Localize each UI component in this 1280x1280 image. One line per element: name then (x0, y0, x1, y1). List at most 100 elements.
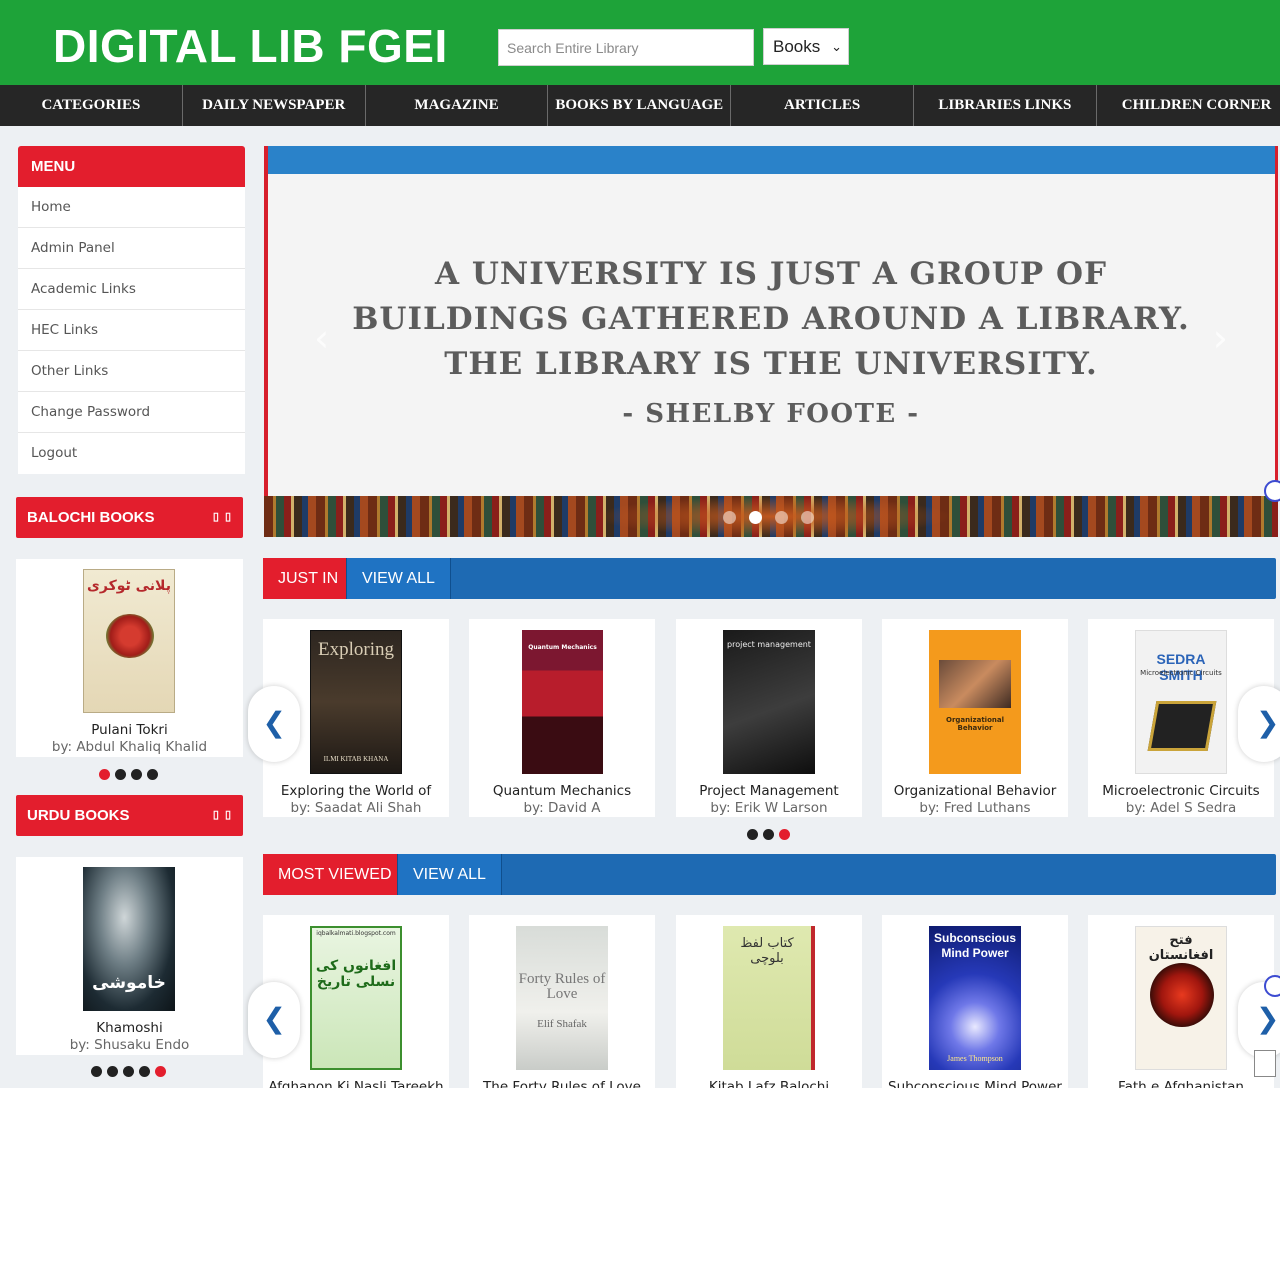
menu-item-change-password[interactable]: Change Password (18, 392, 245, 433)
site-logo[interactable]: DIGITAL LIB FGEI (53, 18, 448, 74)
book-title: Fath e Afghanistan (1118, 1079, 1244, 1088)
main-nav: CATEGORIES DAILY NEWSPAPER MAGAZINE BOOK… (0, 85, 1280, 126)
book-cover: پلانی ٹوکری (83, 569, 175, 713)
book-card[interactable]: Forty Rules of Love Elif Shafak The Fort… (469, 915, 655, 1088)
carousel-controls[interactable]: ▯▯ (213, 497, 237, 538)
search-scope-select[interactable]: Books ⌄ (763, 28, 849, 65)
quote-banner-slider[interactable]: ‹ › A UNIVERSITY IS JUST A GROUP OF BUIL… (264, 146, 1278, 537)
book-title: The Forty Rules of Love (483, 1079, 641, 1088)
book-cover-title: کتاب لفظ بلوچی (740, 936, 794, 966)
urdu-book-card[interactable]: خاموشی Khamoshi by: Shusaku Endo (16, 857, 243, 1055)
nav-children-corner[interactable]: CHILDREN CORNER (1097, 85, 1280, 126)
menu-item-academic-links[interactable]: Academic Links (18, 269, 245, 310)
balochi-book-card[interactable]: پلانی ٹوکری Pulani Tokri by: Abdul Khali… (16, 559, 243, 757)
tab-just-in[interactable]: JUST IN (263, 558, 354, 599)
accessibility-widget-icon[interactable] (1264, 480, 1280, 502)
most-viewed-header: MOST VIEWED VIEW ALL (263, 854, 1276, 895)
nav-libraries-links[interactable]: LIBRARIES LINKS (914, 85, 1097, 126)
book-cover: Forty Rules of Love Elif Shafak (516, 926, 608, 1070)
book-card[interactable]: Organizational Behavior Organizational B… (882, 619, 1068, 817)
book-card[interactable]: project management Project Management by… (676, 619, 862, 817)
carousel-dot[interactable] (747, 829, 758, 840)
book-cover: Organizational Behavior (929, 630, 1021, 774)
tab-most-viewed[interactable]: MOST VIEWED (263, 854, 407, 895)
balochi-books-title: BALOCHI BOOKS (27, 509, 155, 526)
book-title: Organizational Behavior (893, 783, 1057, 799)
search-scope-value: Books (773, 37, 821, 56)
nav-categories[interactable]: CATEGORIES (0, 85, 183, 126)
carousel-dot[interactable] (115, 769, 126, 780)
book-cover-author: Elif Shafak (537, 1018, 587, 1030)
book-card[interactable]: Quantum Mechanics Quantum Mechanics by: … (469, 619, 655, 817)
book-card[interactable]: Subconscious Mind Power James Thompson S… (882, 915, 1068, 1088)
cover-illustration (1150, 963, 1214, 1027)
chevron-down-icon: ⌄ (831, 39, 842, 54)
slide-dot[interactable] (801, 511, 814, 524)
slide-dot[interactable] (775, 511, 788, 524)
chevron-left-icon: ❮ (262, 706, 286, 739)
book-cover-title: فتح افغانستان (1148, 933, 1214, 963)
carousel-dot[interactable] (779, 829, 790, 840)
site-header: DIGITAL LIB FGEI Books ⌄ (0, 0, 1280, 85)
book-title: Microelectronic Circuits (1102, 783, 1260, 799)
menu-item-home[interactable]: Home (18, 187, 245, 228)
just-in-view-all-button[interactable]: VIEW ALL (346, 558, 451, 599)
menu-item-hec-links[interactable]: HEC Links (18, 310, 245, 351)
slide-dot[interactable] (723, 511, 736, 524)
menu-item-admin-panel[interactable]: Admin Panel (18, 228, 245, 269)
book-cover-title: project management (727, 640, 811, 649)
book-cover: iqbalkalmati.blogspot.com افغانوں کی نسل… (310, 926, 402, 1070)
nav-books-by-language[interactable]: BOOKS BY LANGUAGE (548, 85, 732, 126)
carousel-dot[interactable] (123, 1066, 134, 1077)
just-in-header: JUST IN VIEW ALL (263, 558, 1276, 599)
carousel-dot[interactable] (155, 1066, 166, 1077)
most-viewed-view-all-button[interactable]: VIEW ALL (397, 854, 502, 895)
book-cover-subtitle: Microelectronic Circuits (1140, 669, 1222, 677)
menu-item-logout[interactable]: Logout (18, 433, 245, 474)
balochi-books-header: BALOCHI BOOKS ▯▯ (16, 497, 243, 538)
carousel-controls[interactable]: ▯▯ (213, 795, 237, 836)
chevron-right-icon: ❯ (1256, 1002, 1280, 1035)
book-cover-title: Subconscious Mind Power (933, 931, 1016, 960)
book-title: Exploring the World of (280, 783, 432, 799)
book-cover: فتح افغانستان (1135, 926, 1227, 1070)
book-cover-title: Quantum Mechanics (528, 644, 597, 651)
menu-title: MENU (18, 146, 245, 187)
book-card[interactable]: کتاب لفظ بلوچی Kitab Lafz Balochi (676, 915, 862, 1088)
nav-magazine[interactable]: MAGAZINE (366, 85, 549, 126)
quote-line: THE LIBRARY IS THE UNIVERSITY. (444, 346, 1098, 382)
carousel-dot[interactable] (763, 829, 774, 840)
book-cover: Quantum Mechanics (522, 630, 603, 774)
book-author: by: Erik W Larson (710, 800, 828, 816)
banner-top-strip (264, 146, 1278, 174)
nav-daily-newspaper[interactable]: DAILY NEWSPAPER (183, 85, 366, 126)
banner-quote: A UNIVERSITY IS JUST A GROUP OF BUILDING… (264, 252, 1278, 387)
book-title: Khamoshi (96, 1020, 163, 1036)
carousel-dot[interactable] (131, 769, 142, 780)
book-author: by: Adel S Sedra (1125, 800, 1237, 816)
carousel-dot[interactable] (91, 1066, 102, 1077)
carousel-dot[interactable] (139, 1066, 150, 1077)
book-title: Quantum Mechanics (492, 783, 632, 799)
carousel-dot[interactable] (107, 1066, 118, 1077)
scroll-to-top-button[interactable] (1254, 1050, 1276, 1077)
search-input[interactable] (498, 29, 754, 66)
book-title: Kitab Lafz Balochi (708, 1079, 830, 1088)
most-viewed-prev-button[interactable]: ❮ (248, 982, 300, 1058)
book-author: by: Abdul Khaliq Khalid (51, 739, 208, 755)
book-cover-title: افغانوں کی نسلی تاریخ (315, 958, 397, 990)
carousel-dot[interactable] (99, 769, 110, 780)
just-in-prev-button[interactable]: ❮ (248, 686, 300, 762)
quote-line: A UNIVERSITY IS JUST A GROUP OF (435, 256, 1107, 292)
book-title: Project Management (699, 783, 839, 799)
slide-dot-active[interactable] (749, 511, 762, 524)
chip-illustration (1147, 701, 1217, 751)
menu-item-other-links[interactable]: Other Links (18, 351, 245, 392)
book-cover: Subconscious Mind Power James Thompson (929, 926, 1021, 1070)
carousel-dot[interactable] (147, 769, 158, 780)
chat-widget-icon[interactable] (1264, 975, 1280, 997)
nav-articles[interactable]: ARTICLES (731, 85, 914, 126)
just-in-next-button[interactable]: ❯ (1238, 686, 1280, 762)
cover-photo (939, 660, 1011, 708)
book-cover-title: SEDRA SMITH (1156, 651, 1206, 683)
